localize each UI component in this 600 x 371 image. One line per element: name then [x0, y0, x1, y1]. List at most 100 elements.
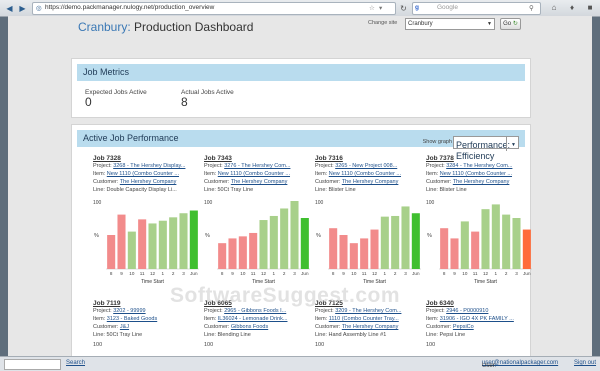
actual-jobs-label: Actual Jobs Active [181, 89, 234, 96]
chart-bar [339, 235, 348, 269]
search-icon[interactable]: ⚲ [529, 4, 534, 12]
customer-link[interactable]: The Hershey Company [120, 179, 177, 185]
customer-link[interactable]: The Hershey Company [231, 179, 288, 185]
project-link[interactable]: 3209 - The Hershey Com... [335, 308, 401, 314]
chart-bar [169, 217, 178, 269]
x-axis-label: Time Start [141, 279, 164, 285]
job-title-link[interactable]: Job 7343 [204, 155, 314, 162]
customer-label: Customer: [93, 324, 119, 330]
chart-bar [450, 238, 459, 269]
customer-link[interactable]: The Hershey Company [342, 324, 399, 330]
x-tick-label: 8 [110, 271, 113, 276]
search-link[interactable]: Search [66, 360, 85, 366]
x-tick-label: 1 [162, 271, 165, 276]
customer-label: Customer: [426, 324, 452, 330]
y-tick-label: 100 [426, 200, 435, 206]
find-input[interactable] [4, 359, 61, 370]
x-tick-label: 2 [394, 271, 397, 276]
job-project: Project: 3202 - 99999 [93, 307, 203, 315]
job-title-link[interactable]: Job 7328 [93, 155, 203, 162]
customer-link[interactable]: The Hershey Company [342, 179, 399, 185]
sign-out-link-text[interactable]: Sign out [574, 360, 596, 366]
x-tick-label: 2 [505, 271, 508, 276]
graph-type-select[interactable]: Performance: Efficiency ▼ [453, 136, 519, 161]
customer-link[interactable]: PepsiCo [453, 324, 474, 330]
item-link[interactable]: New 1110 (Combo Counter ... [440, 171, 512, 177]
dropdown-icon[interactable]: ▾ [379, 4, 382, 12]
project-link[interactable]: 3284 - The Hershey Com... [446, 163, 512, 169]
job-line: Line: Pepsi Line [426, 331, 536, 339]
y-tick-label: 100 [315, 200, 324, 206]
job-project: Project: 3284 - The Hershey Com... [426, 162, 536, 170]
search-link-text[interactable]: Search [66, 360, 85, 366]
x-tick-label: 9 [231, 271, 234, 276]
chart-bar [522, 229, 531, 269]
job-card: Job 7378 Project: 3284 - The Hershey Com… [426, 155, 536, 285]
item-link[interactable]: 3123 - Baked Goods [107, 316, 157, 322]
address-bar[interactable]: ◎ https://demo.packmanager.nulogy.net/pr… [32, 2, 396, 15]
item-link[interactable]: New 1110 (Combo Counter ... [218, 171, 290, 177]
job-title-link[interactable]: Job 7316 [315, 155, 425, 162]
x-tick-label: 11 [251, 271, 256, 276]
site-select[interactable]: Cranbury ▼ [405, 18, 495, 30]
project-link[interactable]: 3265 - New Project 008... [335, 163, 397, 169]
project-link[interactable]: 2965 - Gibbons Foods I... [224, 308, 286, 314]
item-link[interactable]: 1110 (Combo Counter Tray... [329, 316, 399, 322]
bookmarks-icon[interactable]: ♦ [566, 3, 578, 13]
x-tick-label: 2 [283, 271, 286, 276]
x-tick-label: 8 [221, 271, 224, 276]
job-project: Project: 2946 - P0000910 [426, 307, 536, 315]
item-link[interactable]: 31906 - IGO 4X PK FAMILY ... [440, 316, 514, 322]
project-link[interactable]: 2946 - P0000910 [446, 308, 488, 314]
chart-bar [440, 228, 449, 269]
bookmark-star-icon[interactable]: ☆ [369, 4, 375, 12]
browser-search-input[interactable]: g Google ⚲ [412, 2, 541, 15]
project-link[interactable]: 3276 - The Hershey Com... [224, 163, 290, 169]
addon-icon[interactable]: ■ [584, 3, 596, 13]
item-link[interactable]: IL36024 - Lemonade Drink... [218, 316, 288, 322]
job-customer: Customer: The Hershey Company [315, 323, 425, 331]
job-item: Item: 1110 (Combo Counter Tray... [315, 315, 425, 323]
line-label: Line: [315, 332, 327, 338]
forward-icon[interactable]: ▶ [17, 3, 28, 14]
sign-out-link[interactable]: Sign out [574, 360, 596, 366]
reload-icon[interactable]: ↻ [398, 3, 409, 14]
job-item: Item: New 1110 (Combo Counter ... [315, 170, 425, 178]
customer-link[interactable]: J&J [120, 324, 129, 330]
x-tick-label: 9 [453, 271, 456, 276]
job-customer: Customer: J&J [93, 323, 203, 331]
chart-bar [138, 219, 147, 269]
customer-link[interactable]: The Hershey Company [453, 179, 510, 185]
go-button[interactable]: Go ↻ [500, 18, 521, 30]
job-line: Line: Blending Line [204, 331, 314, 339]
customer-link[interactable]: Gibbons Foods [231, 324, 268, 330]
line-label: Line: [426, 332, 438, 338]
job-metrics-header: Job Metrics [77, 64, 525, 81]
y-axis-label: % [94, 233, 99, 239]
job-title-link[interactable]: Job 7378 [426, 155, 536, 162]
job-project: Project: 3276 - The Hershey Com... [204, 162, 314, 170]
job-title-link[interactable]: Job 6340 [426, 300, 536, 307]
search-placeholder: Google [437, 4, 458, 11]
item-link[interactable]: New 1110 (Combo Counter ... [107, 171, 179, 177]
page-title: Cranbury: Production Dashboard [78, 20, 253, 34]
chart-bar [411, 213, 420, 269]
line-value: 50Ct Tray Line [106, 332, 143, 338]
project-link[interactable]: 3268 - The Hershey Display... [113, 163, 185, 169]
chart-bar [179, 213, 188, 269]
actual-jobs-metric: Actual Jobs Active 8 [181, 89, 234, 109]
project-label: Project: [315, 308, 334, 314]
chart-bar [460, 221, 469, 269]
home-icon[interactable]: ⌂ [548, 3, 560, 13]
x-tick-label: Jun [190, 271, 198, 276]
item-link[interactable]: New 1110 (Combo Counter ... [329, 171, 401, 177]
back-icon[interactable]: ◀ [4, 3, 15, 14]
item-label: Item: [93, 316, 106, 322]
chart-bar [329, 228, 338, 269]
project-link[interactable]: 3202 - 99999 [113, 308, 145, 314]
show-graph-label: Show graph [422, 139, 452, 145]
customer-label: Customer: [204, 179, 230, 185]
actual-jobs-value: 8 [181, 95, 188, 109]
refresh-icon: ↻ [512, 21, 518, 27]
chart-bar [280, 208, 289, 269]
